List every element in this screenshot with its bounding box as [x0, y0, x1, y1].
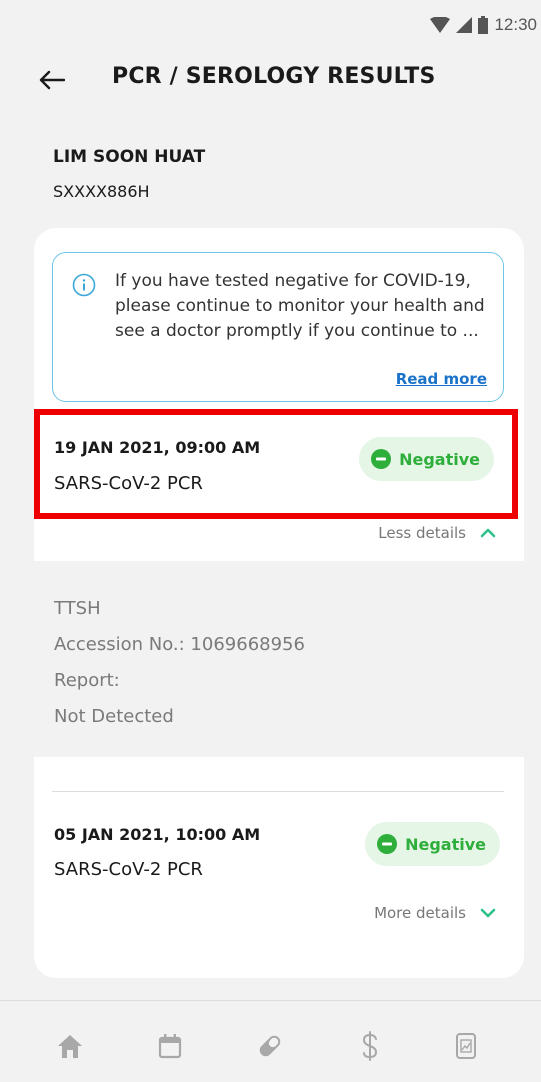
info-icon — [72, 273, 96, 297]
result-datetime: 05 JAN 2021, 10:00 AM — [54, 825, 261, 844]
result-test-name: SARS-CoV-2 PCR — [54, 473, 203, 494]
read-more-link[interactable]: Read more — [396, 370, 487, 388]
status-label: Negative — [405, 834, 486, 854]
toggle-label: Less details — [378, 524, 466, 542]
report-value: Not Detected — [54, 706, 174, 727]
battery-icon — [478, 16, 489, 34]
status-badge: Negative — [359, 437, 494, 481]
cellular-signal-icon — [456, 17, 473, 33]
status-badge: Negative — [365, 822, 500, 866]
app-header: PCR / SEROLOGY RESULTS — [0, 50, 541, 110]
chevron-up-icon — [480, 528, 496, 538]
patient-id: SXXXX886H — [53, 182, 150, 201]
result-datetime: 19 JAN 2021, 09:00 AM — [54, 438, 261, 457]
results-card: If you have tested negative for COVID-19… — [34, 228, 524, 978]
nav-home[interactable] — [50, 1029, 90, 1063]
status-bar: 12:30 — [0, 0, 541, 50]
nav-health-records[interactable] — [446, 1029, 486, 1063]
patient-name: LIM SOON HUAT — [53, 147, 206, 167]
divider — [52, 791, 504, 792]
status-label: Negative — [399, 449, 480, 469]
result-test-name: SARS-CoV-2 PCR — [54, 859, 203, 880]
minus-circle-icon — [371, 449, 392, 469]
pill-icon — [259, 1035, 281, 1057]
more-details-toggle[interactable]: More details — [374, 904, 496, 922]
page-title: PCR / SEROLOGY RESULTS — [112, 64, 436, 89]
report-label: Report: — [54, 670, 120, 691]
report-icon — [456, 1033, 476, 1059]
accession-number: Accession No.: 1069668956 — [54, 634, 305, 655]
nav-medications[interactable] — [250, 1029, 290, 1063]
bottom-nav — [0, 1000, 541, 1082]
dollar-icon — [362, 1031, 378, 1061]
nav-payments[interactable] — [350, 1029, 390, 1063]
home-icon — [58, 1035, 82, 1058]
info-notice: If you have tested negative for COVID-19… — [52, 252, 504, 402]
nav-appointments[interactable] — [150, 1029, 190, 1063]
wifi-icon — [430, 17, 451, 33]
minus-circle-icon — [377, 834, 398, 854]
chevron-down-icon — [480, 908, 496, 918]
back-button[interactable] — [36, 64, 68, 96]
less-details-toggle[interactable]: Less details — [378, 524, 496, 542]
result-details-panel: TTSH Accession No.: 1069668956 Report: N… — [34, 561, 524, 757]
info-message: If you have tested negative for COVID-19… — [115, 271, 485, 341]
result-item[interactable]: 05 JAN 2021, 10:00 AM SARS-CoV-2 PCR Neg… — [34, 808, 524, 928]
status-time: 12:30 — [494, 15, 537, 34]
calendar-icon — [158, 1034, 182, 1059]
toggle-label: More details — [374, 904, 466, 922]
lab-name: TTSH — [54, 598, 101, 619]
arrow-left-icon — [39, 70, 65, 90]
result-item[interactable]: 19 JAN 2021, 09:00 AM SARS-CoV-2 PCR Neg… — [34, 411, 524, 516]
